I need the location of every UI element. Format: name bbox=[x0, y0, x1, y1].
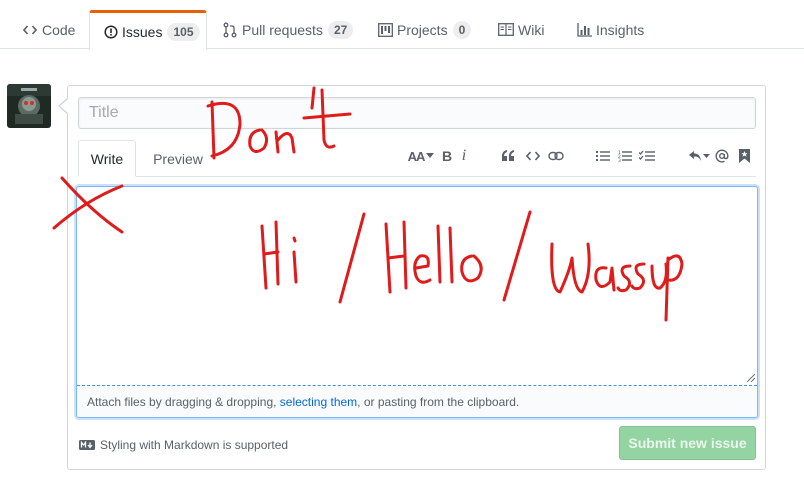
pull-requests-counter: 27 bbox=[327, 20, 354, 39]
tasklist-icon bbox=[639, 150, 655, 161]
chevron-down-icon bbox=[703, 153, 710, 158]
tab-insights-label: Insights bbox=[596, 21, 645, 38]
avatar[interactable] bbox=[7, 84, 51, 128]
markdown-note-text: Styling with Markdown is supported bbox=[100, 438, 289, 452]
tab-wiki-label: Wiki bbox=[518, 21, 545, 38]
list-unordered-icon bbox=[596, 151, 610, 161]
tab-code[interactable]: Code bbox=[22, 10, 75, 49]
tab-wiki[interactable]: Wiki bbox=[498, 10, 544, 49]
comment-body-area: Attach files by dragging & dropping, sel… bbox=[76, 186, 758, 418]
saved-replies-button[interactable] bbox=[737, 146, 751, 166]
project-icon bbox=[377, 22, 393, 38]
tab-pull-requests-label: Pull requests bbox=[242, 21, 323, 38]
unordered-list-button[interactable] bbox=[595, 146, 611, 166]
svg-text:3: 3 bbox=[618, 158, 621, 162]
tab-pull-requests[interactable]: Pull requests 27 bbox=[222, 10, 354, 49]
git-pull-request-icon bbox=[222, 22, 238, 38]
tab-issues[interactable]: Issues 105 bbox=[89, 10, 207, 50]
code-button[interactable] bbox=[525, 146, 541, 166]
bookmark-icon bbox=[738, 149, 750, 163]
bold-button[interactable]: B bbox=[440, 146, 454, 166]
attach-text-before: Attach files by dragging & dropping, bbox=[87, 395, 280, 409]
tab-issues-label: Issues bbox=[122, 23, 163, 40]
mention-button[interactable] bbox=[714, 146, 730, 166]
markdown-icon bbox=[79, 440, 95, 450]
submit-new-issue-button[interactable]: Submit new issue bbox=[619, 426, 756, 460]
header-icon: AA bbox=[407, 148, 426, 164]
title-input[interactable] bbox=[78, 97, 756, 129]
projects-counter: 0 bbox=[452, 20, 472, 39]
ordered-list-button[interactable]: 123 bbox=[617, 146, 633, 166]
markdown-note[interactable]: Styling with Markdown is supported bbox=[79, 437, 288, 453]
tab-preview[interactable]: Preview bbox=[146, 140, 210, 177]
quote-icon bbox=[502, 150, 514, 161]
tab-code-label: Code bbox=[42, 21, 76, 38]
task-list-button[interactable] bbox=[638, 146, 656, 166]
mention-icon bbox=[715, 149, 729, 163]
attach-text-after: , or pasting from the clipboard. bbox=[357, 395, 520, 409]
tab-write[interactable]: Write bbox=[78, 140, 136, 177]
tab-projects-label: Projects bbox=[397, 21, 448, 38]
repo-nav: Code Issues 105 Pull requests 27 Project… bbox=[0, 0, 804, 50]
resize-handle[interactable] bbox=[746, 373, 755, 382]
comment-caret-inner bbox=[60, 99, 68, 113]
reply-icon bbox=[689, 151, 701, 161]
issues-counter: 105 bbox=[167, 22, 200, 41]
tab-projects[interactable]: Projects 0 bbox=[377, 10, 472, 49]
select-files-link[interactable]: selecting them bbox=[280, 395, 357, 409]
issue-opened-icon bbox=[104, 24, 118, 40]
comment-body-textarea[interactable] bbox=[77, 187, 757, 385]
book-icon bbox=[498, 22, 514, 38]
quote-button[interactable] bbox=[500, 146, 516, 166]
chevron-down-icon bbox=[426, 153, 435, 158]
list-ordered-icon: 123 bbox=[618, 150, 632, 162]
code-icon bbox=[22, 22, 38, 38]
italic-button[interactable]: i bbox=[458, 146, 470, 166]
graph-icon bbox=[576, 22, 592, 38]
tab-insights[interactable]: Insights bbox=[576, 10, 644, 49]
header-button[interactable]: AA bbox=[406, 146, 436, 166]
code-icon bbox=[526, 151, 540, 161]
file-attachment-bar[interactable]: Attach files by dragging & dropping, sel… bbox=[77, 385, 757, 417]
reply-button[interactable] bbox=[688, 146, 710, 166]
link-button[interactable] bbox=[547, 146, 565, 166]
link-icon bbox=[548, 151, 564, 161]
